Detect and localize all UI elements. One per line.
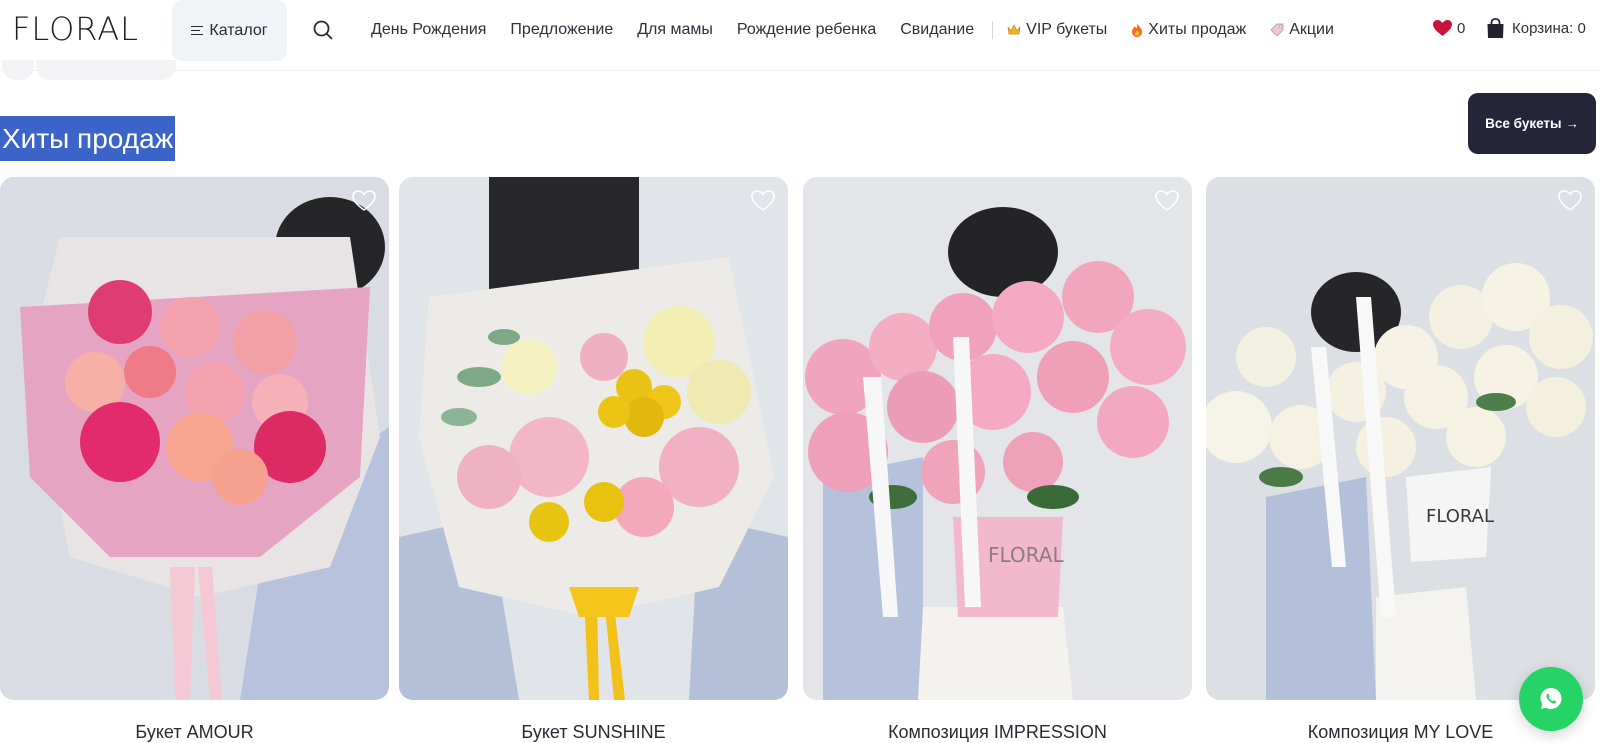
favorite-heart-icon[interactable] — [750, 189, 776, 213]
nav-label: VIP букеты — [1026, 21, 1108, 38]
product-image[interactable] — [399, 177, 788, 700]
nav-divider — [992, 21, 994, 39]
cart-button[interactable]: Корзина: 0 — [1486, 18, 1586, 39]
nav-bestsellers[interactable]: Хиты продаж — [1131, 21, 1246, 39]
product-image[interactable] — [0, 177, 389, 700]
favorite-heart-icon[interactable] — [351, 189, 377, 213]
svg-text:FLORAL: FLORAL — [988, 543, 1064, 567]
favorite-heart-icon[interactable] — [1557, 189, 1583, 213]
catalog-button[interactable]: Каталог — [172, 0, 287, 61]
breadcrumb[interactable] — [36, 60, 176, 80]
nav-date[interactable]: Свидание — [900, 21, 974, 39]
nav-for-mom[interactable]: Для мамы — [637, 21, 713, 39]
main-nav: День Рождения Предложение Для мамы Рожде… — [371, 0, 1358, 60]
tag-icon — [1270, 23, 1284, 37]
product-image[interactable]: FLORAL — [803, 177, 1192, 700]
product-image[interactable]: FLORAL — [1206, 177, 1595, 700]
nav-label: Рождение ребенка — [736, 21, 877, 38]
favorite-heart-icon[interactable] — [1154, 189, 1180, 213]
product-card[interactable]: Букет AMOUR — [0, 177, 389, 742]
nav-newborn[interactable]: Рождение ребенка — [737, 21, 876, 39]
logo[interactable]: FLORAL — [12, 10, 139, 48]
heart-icon — [1433, 20, 1452, 36]
shopping-bag-icon — [1487, 18, 1504, 38]
nav-proposal[interactable]: Предложение — [510, 21, 613, 39]
favorites-count: 0 — [1457, 19, 1466, 37]
whatsapp-icon — [1540, 688, 1562, 709]
product-card[interactable]: Букет SUNSHINE — [399, 177, 788, 742]
catalog-label: Каталог — [209, 21, 268, 39]
nav-birthday[interactable]: День Рождения — [371, 21, 486, 39]
product-card[interactable]: FLORAL Композиция MY LOVE — [1206, 177, 1595, 742]
nav-sales[interactable]: Акции — [1270, 21, 1334, 39]
nav-label: Хиты продаж — [1148, 21, 1247, 38]
section-title: Хиты продаж — [0, 116, 176, 161]
nav-label: Для мамы — [637, 21, 713, 38]
cart-label: Корзина: 0 — [1512, 20, 1586, 37]
search-icon[interactable] — [312, 19, 334, 41]
all-bouquets-button[interactable]: Все букеты → — [1468, 93, 1596, 154]
product-grid: Букет AMOUR Букет SUNSHINE FLORAL Композ… — [0, 177, 1600, 742]
nav-label: День Рождения — [371, 21, 487, 38]
product-card[interactable]: FLORAL Композиция IMPRESSION — [803, 177, 1192, 742]
nav-vip[interactable]: VIP букеты — [1007, 21, 1107, 39]
whatsapp-button[interactable] — [1519, 667, 1583, 731]
favorites-button[interactable]: 0 — [1432, 19, 1465, 37]
fire-icon — [1132, 23, 1143, 37]
breadcrumb-home[interactable] — [2, 60, 34, 80]
nav-label: Предложение — [510, 21, 614, 38]
site-header: FLORAL Каталог День Рождения Предложение… — [0, 0, 1600, 71]
nav-label: Свидание — [900, 21, 975, 38]
menu-icon — [191, 25, 204, 36]
svg-text:FLORAL: FLORAL — [1426, 506, 1494, 527]
crown-icon — [1007, 24, 1021, 35]
nav-label: Акции — [1289, 21, 1334, 38]
